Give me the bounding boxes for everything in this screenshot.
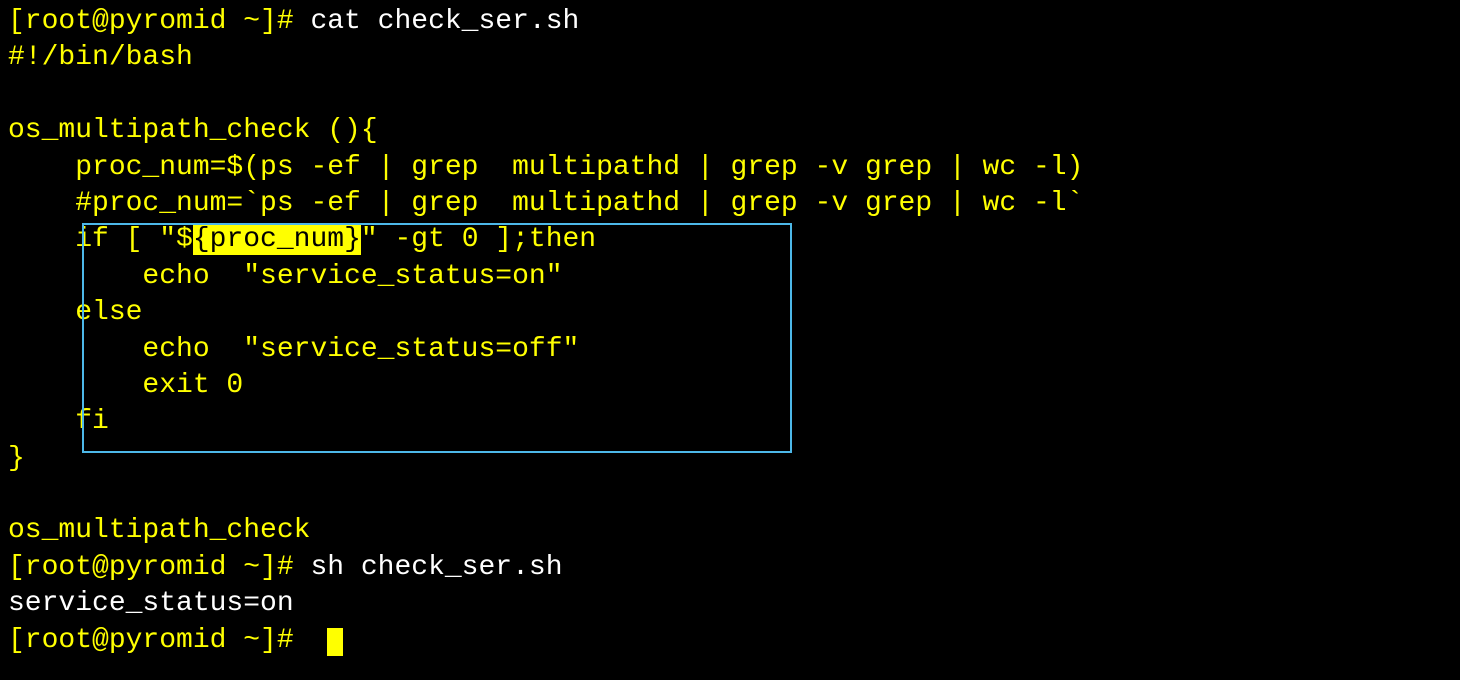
script-content: } [8, 443, 25, 474]
shell-command: sh check_ser.sh [310, 552, 562, 583]
terminal-line: [root@pyromid ~]# cat check_ser.sh [8, 4, 1452, 40]
script-content: #!/bin/bash [8, 42, 193, 73]
terminal-line [8, 77, 1452, 113]
terminal-line: } [8, 441, 1452, 477]
terminal-line: [root@pyromid ~]# [8, 623, 1452, 659]
terminal-line: echo "service_status=off" [8, 332, 1452, 368]
script-content: " -gt 0 ];then [361, 224, 596, 255]
terminal-line: service_status=on [8, 586, 1452, 622]
command-output: service_status=on [8, 588, 294, 619]
script-content: #proc_num=`ps -ef | grep multipathd | gr… [8, 188, 1083, 219]
script-content: os_multipath_check [8, 515, 310, 546]
shell-prompt: [root@pyromid ~]# [8, 552, 310, 583]
script-content: else [8, 297, 142, 328]
script-content: echo "service_status=on" [8, 261, 563, 292]
script-content: os_multipath_check (){ [8, 115, 378, 146]
script-content: exit 0 [8, 370, 243, 401]
cursor [327, 628, 343, 656]
highlighted-text: {proc_num} [193, 224, 361, 255]
terminal-line: #!/bin/bash [8, 40, 1452, 76]
terminal-line: if [ "${proc_num}" -gt 0 ];then [8, 222, 1452, 258]
script-content [8, 79, 25, 110]
script-content: proc_num=$(ps -ef | grep multipathd | gr… [8, 152, 1083, 183]
shell-command: cat check_ser.sh [310, 6, 579, 37]
terminal-line: proc_num=$(ps -ef | grep multipathd | gr… [8, 150, 1452, 186]
terminal-line [8, 477, 1452, 513]
terminal-line: os_multipath_check [8, 513, 1452, 549]
terminal-output[interactable]: [root@pyromid ~]# cat check_ser.sh#!/bin… [8, 4, 1452, 659]
shell-prompt: [root@pyromid ~]# [8, 6, 310, 37]
terminal-line: os_multipath_check (){ [8, 113, 1452, 149]
script-content: fi [8, 406, 109, 437]
terminal-line: [root@pyromid ~]# sh check_ser.sh [8, 550, 1452, 586]
terminal-line: fi [8, 404, 1452, 440]
script-content [8, 479, 25, 510]
script-content: echo "service_status=off" [8, 334, 579, 365]
terminal-line: echo "service_status=on" [8, 259, 1452, 295]
terminal-line: exit 0 [8, 368, 1452, 404]
script-content: if [ "$ [8, 224, 193, 255]
terminal-line: #proc_num=`ps -ef | grep multipathd | gr… [8, 186, 1452, 222]
terminal-line: else [8, 295, 1452, 331]
shell-prompt: [root@pyromid ~]# [8, 625, 310, 656]
